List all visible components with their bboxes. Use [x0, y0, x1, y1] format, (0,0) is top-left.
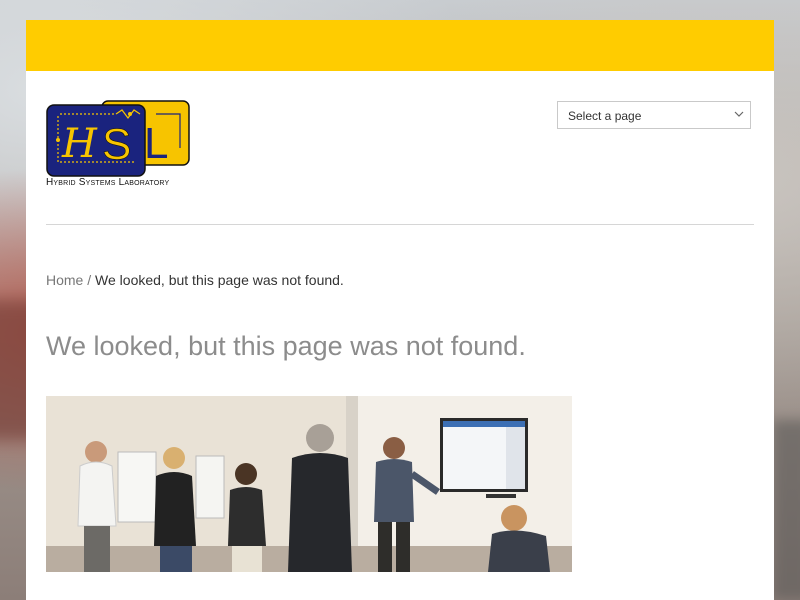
- chevron-down-icon: [734, 111, 744, 117]
- header-divider: [46, 224, 754, 225]
- svg-text:H: H: [61, 121, 98, 167]
- breadcrumb-home-link[interactable]: Home: [46, 272, 83, 288]
- page-select-dropdown[interactable]: Select a page: [557, 101, 751, 129]
- breadcrumb-separator: /: [87, 272, 92, 288]
- svg-text:S: S: [102, 120, 131, 169]
- svg-text:L: L: [144, 119, 168, 168]
- top-accent-bar: [26, 20, 774, 71]
- breadcrumb-current: We looked, but this page was not found.: [95, 272, 344, 288]
- logo-caption: Hybrid Systems Laboratory: [46, 177, 170, 188]
- site-logo[interactable]: H S L Hybrid Systems Laboratory: [46, 100, 192, 190]
- page-title: We looked, but this page was not found.: [46, 331, 526, 361]
- hsl-logo-graphic: H S L: [46, 100, 190, 177]
- breadcrumb: Home / We looked, but this page was not …: [46, 272, 344, 288]
- page-container: H S L Hybrid Systems Laboratory Select a…: [26, 20, 774, 600]
- lab-presentation-photo: [46, 396, 572, 572]
- page-select-value: Select a page: [568, 109, 642, 123]
